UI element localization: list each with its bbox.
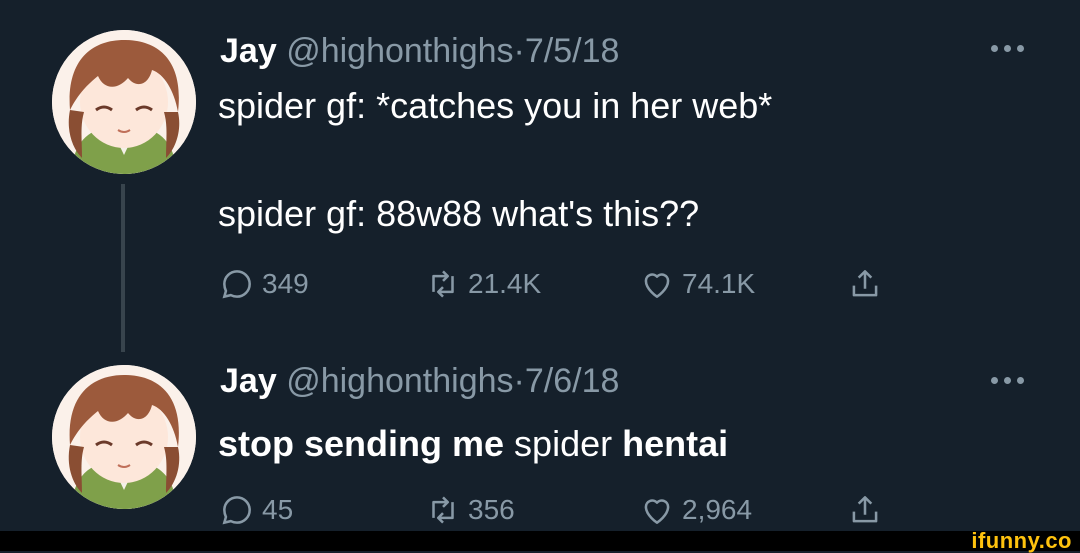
retweet-icon (432, 496, 454, 524)
heart-icon (644, 273, 670, 298)
retweet-button[interactable]: 356 (424, 490, 515, 530)
more-icon[interactable] (982, 38, 1032, 58)
tweet-actions: 45 356 2,964 (218, 490, 918, 530)
share-icon (852, 496, 878, 523)
avatar[interactable] (52, 30, 196, 174)
tweet-actions: 349 21.4K 74.1K (218, 264, 918, 304)
share-button[interactable] (846, 264, 884, 304)
more-icon[interactable] (982, 370, 1032, 390)
avatar[interactable] (52, 365, 196, 509)
tweet-text-line: stop sending me spider hentai (218, 422, 728, 466)
retweet-button[interactable]: 21.4K (424, 264, 541, 304)
tweet-date[interactable]: 7/5/18 (525, 32, 620, 70)
reply-button[interactable]: 349 (218, 264, 309, 304)
watermark-logo: ifunny.co (971, 528, 1072, 553)
tweet-text-regular: spider (514, 423, 613, 464)
thread-line (121, 184, 125, 352)
tweet-text-line: spider gf: *catches you in her web* (218, 85, 773, 126)
author-handle[interactable]: @highonthighs (286, 362, 513, 400)
reply-icon (222, 496, 251, 525)
separator: · (513, 32, 525, 70)
like-count: 2,964 (682, 494, 753, 525)
like-count: 74.1K (682, 268, 756, 299)
tweet-text-bold: stop sending me (218, 423, 505, 464)
retweet-count: 21.4K (468, 268, 542, 299)
reply-icon (222, 270, 251, 299)
like-button[interactable]: 74.1K (638, 264, 755, 304)
author-name[interactable]: Jay (220, 362, 277, 400)
tweet-text-bold: hentai (622, 423, 729, 464)
separator: · (513, 362, 525, 400)
like-button[interactable]: 2,964 (638, 490, 752, 530)
retweet-icon (432, 270, 454, 298)
anime-avatar-icon (52, 30, 196, 174)
author-name[interactable]: Jay (220, 32, 277, 70)
tweet-header: Jay @highonthighs·7/5/18 (220, 32, 619, 71)
tweet-text-line: spider gf: 88w88 what's this?? (218, 193, 700, 234)
tweet-header: Jay @highonthighs·7/6/18 (220, 362, 619, 401)
reply-count: 45 (262, 494, 294, 525)
anime-avatar-icon (52, 365, 196, 509)
tweet-1[interactable]: Jay @highonthighs·7/5/18 spider gf: *cat… (0, 0, 1080, 352)
heart-icon (644, 499, 670, 524)
tweet-date[interactable]: 7/6/18 (525, 362, 620, 400)
author-handle[interactable]: @highonthighs (286, 32, 513, 70)
retweet-count: 356 (468, 494, 515, 525)
watermark-bar: ifunny.co (0, 528, 1080, 553)
tweet-2[interactable]: Jay @highonthighs·7/6/18 stop sending me… (0, 350, 1080, 530)
share-button[interactable] (846, 490, 884, 530)
reply-count: 349 (262, 268, 309, 299)
share-icon (852, 270, 878, 297)
reply-button[interactable]: 45 (218, 490, 293, 530)
